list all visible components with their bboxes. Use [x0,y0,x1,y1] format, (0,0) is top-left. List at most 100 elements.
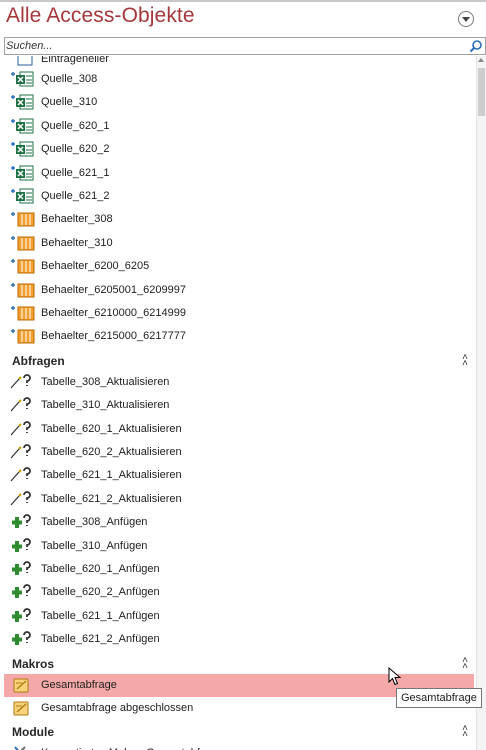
group-header-macros[interactable]: Makros ˄ ˄ [4,654,474,674]
append-query-icon [12,561,31,575]
list-item[interactable]: Tabelle_620_2_Aktualisieren [4,441,474,464]
list-item-label: Eintrageneiler [41,56,109,65]
list-item-label: Quelle_621_1 [41,166,110,179]
list-item-label: Tabelle_620_2_Aktualisieren [41,446,182,458]
update-query-icon [10,467,31,482]
list-item[interactable]: Quelle_621_1 [4,162,474,185]
search-box[interactable] [4,37,486,55]
collapse-chevron-icon[interactable]: ˄ ˄ [460,352,470,368]
group-title: Makros [12,656,55,671]
linked-table-icon [11,235,35,251]
macro-icon [13,701,29,716]
list-item[interactable]: Tabelle_308_Anfügen [4,511,474,534]
group-header-modules[interactable]: Module ˄ ˄ [4,722,474,742]
list-item-label: Behaelter_6210000_6214999 [41,307,186,319]
list-item[interactable]: Behaelter_6215000_6217777 [4,325,474,348]
list-item[interactable]: Behaelter_6205001_6209997 [4,279,474,302]
list-item[interactable]: Tabelle_620_1_Anfügen [4,558,474,581]
linked-excel-table-icon [11,71,34,87]
list-item[interactable]: Tabelle_620_1_Aktualisieren [4,418,474,441]
collapse-chevron-icon[interactable]: ˄ ˄ [460,724,470,740]
list-item-label: Gesamtabfrage [41,678,117,691]
list-item[interactable]: Quelle_620_2 [4,138,474,161]
list-item-label: Tabelle_620_2_Anfügen [41,586,160,599]
linked-table-icon [11,282,35,298]
update-query-icon [10,397,31,412]
linked-excel-table-icon [11,118,34,134]
list-item[interactable]: Tabelle_308_Aktualisieren [4,371,474,394]
list-item-label: Tabelle_621_2_Anfügen [41,633,160,646]
linked-table-icon [11,259,35,274]
append-query-icon [12,514,31,529]
list-item-label: Behaelter_308 [41,213,113,226]
tooltip: Gesamtabfrage [396,688,482,708]
linked-table-icon [11,306,35,321]
list-item[interactable]: Behaelter_310 [4,232,474,255]
pane-title[interactable]: Alle Access-Objekte [6,4,195,28]
list-item-label: Behaelter_6200_6205 [41,260,150,273]
vertical-scrollbar[interactable] [476,56,486,750]
list-item-label: Behaelter_6205001_6209997 [41,283,186,296]
update-query-icon [10,420,31,435]
list-item[interactable]: Tabelle_620_2_Anfügen [4,581,474,604]
list-item-label: Tabelle_308_Aktualisieren [41,375,170,388]
list-item[interactable]: Behaelter_6210000_6214999 [4,302,474,325]
list-item[interactable]: Behaelter_6200_6205 [4,255,474,278]
list-item-label: Behaelter_6215000_6217777 [41,330,186,343]
linked-table-icon [11,212,35,227]
list-item[interactable]: Tabelle_310_Anfügen [4,535,474,558]
list-item-label: Tabelle_620_1_Aktualisieren [41,422,182,435]
list-item-label: Behaelter_310 [41,236,113,249]
object-list: Eintrageneiler Quelle_308 Quelle_310 Quell… [4,56,474,750]
group-title: Module [12,725,54,740]
list-item[interactable]: Tabelle_621_1_Anfügen [4,605,474,628]
list-item-label: Quelle_621_2 [41,190,110,202]
scroll-thumb[interactable] [478,68,485,116]
navigation-pane: Alle Access-Objekte Eintrageneiler Quell… [0,0,486,750]
list-item-label: Quelle_308 [41,73,98,85]
list-item[interactable]: Behaelter_308 [4,208,474,231]
list-item[interactable]: Quelle_620_1 [4,115,474,138]
list-item-label: Tabelle_621_1_Aktualisieren [41,469,182,482]
update-query-icon [10,490,31,506]
list-item-label: Quelle_620_2 [41,143,110,156]
list-item[interactable]: Quelle_310 [4,91,474,114]
append-query-icon [12,537,31,552]
chevron-down-icon[interactable] [458,11,474,27]
list-item[interactable]: Quelle_308 [4,68,474,91]
list-item[interactable]: Tabelle_621_2_Aktualisieren [4,488,474,511]
list-item-label: Tabelle_310_Anfügen [41,539,148,552]
list-item-label: Tabelle_621_1_Anfügen [41,609,160,622]
update-query-icon [10,373,31,389]
top-border [0,0,486,2]
module-icon [14,746,26,750]
list-item[interactable]: Konvertiertes Makro- Gesamtabfrage [4,742,474,750]
list-item[interactable]: Tabelle_310_Aktualisieren [4,394,474,417]
list-item-label: Tabelle_620_1_Anfügen [41,563,160,575]
append-query-icon [12,631,31,646]
linked-excel-table-icon [11,141,34,157]
linked-table-icon [17,56,33,66]
linked-excel-table-icon [11,188,34,204]
list-item[interactable]: Tabelle_621_2_Anfügen [4,628,474,651]
append-query-icon [12,584,31,599]
group-header-queries[interactable]: Abfragen ˄ ˄ [4,351,474,371]
linked-excel-table-icon [11,94,34,110]
list-item[interactable]: Tabelle_621_1_Aktualisieren [4,464,474,487]
search-input[interactable] [6,38,466,54]
collapse-chevron-icon[interactable]: ˄ ˄ [460,655,470,671]
linked-table-icon [11,329,35,344]
scroll-up-arrow-icon[interactable] [478,58,484,62]
mouse-cursor-icon [388,667,402,686]
list-item[interactable]: Quelle_621_2 [4,185,474,208]
list-item-label: Gesamtabfrage abgeschlossen [41,702,194,714]
linked-excel-table-icon [11,165,34,181]
macro-icon [13,678,29,693]
append-query-icon [12,607,31,622]
list-item-label: Quelle_310 [41,96,98,109]
list-item-label: Tabelle_310_Aktualisieren [41,399,170,412]
update-query-icon [10,444,31,459]
list-item-label: Tabelle_308_Anfügen [41,516,148,529]
search-icon[interactable] [469,39,483,53]
list-item-label: Quelle_620_1 [41,119,110,132]
